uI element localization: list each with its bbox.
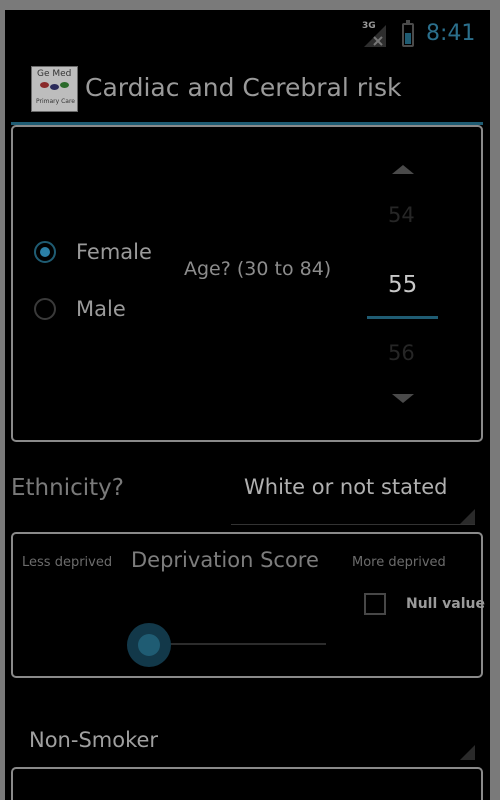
less-deprived-label: Less deprived [22,555,113,570]
radio-male-label[interactable]: Male [76,297,126,321]
app-title: Cardiac and Cerebral risk [85,73,402,102]
radio-female-label[interactable]: Female [76,240,152,264]
ethnicity-spinner[interactable]: White or not stated [244,475,448,499]
next-panel [11,767,483,800]
ethnicity-spinner-underline [231,524,475,525]
age-picker-value[interactable]: 55 [388,272,417,298]
deprivation-slider-track[interactable] [150,643,326,645]
ethnicity-dropdown-icon[interactable] [460,509,475,524]
age-increment-up-icon[interactable] [392,165,414,174]
logo-subtext: Primary Care [36,98,75,105]
null-value-checkbox[interactable] [364,593,386,615]
age-picker-next[interactable]: 56 [388,341,415,365]
status-clock: 8:41 [426,21,476,46]
age-picker-underline [367,316,438,319]
smoking-dropdown-icon[interactable] [460,745,475,760]
radio-female[interactable] [34,241,56,263]
app-screen: 3G 8:41 Ge Med Primary Care Cardiac and … [5,10,490,800]
battery-icon [402,20,414,47]
deprivation-slider-thumb[interactable] [127,623,171,667]
age-picker-prev[interactable]: 54 [388,203,415,227]
null-value-label[interactable]: Null value [406,596,485,612]
age-decrement-down-icon[interactable] [392,394,414,403]
logo-text: Ge Med [37,69,72,79]
age-question: Age? (30 to 84) [184,258,332,280]
status-bar: 3G 8:41 [5,10,490,60]
app-logo: Ge Med Primary Care [31,66,78,112]
radio-male[interactable] [34,298,56,320]
more-deprived-label: More deprived [352,555,446,570]
signal-icon: 3G [362,21,388,49]
smoking-spinner[interactable]: Non-Smoker [29,728,158,752]
ethnicity-label: Ethnicity? [11,475,124,501]
deprivation-title: Deprivation Score [131,548,319,572]
